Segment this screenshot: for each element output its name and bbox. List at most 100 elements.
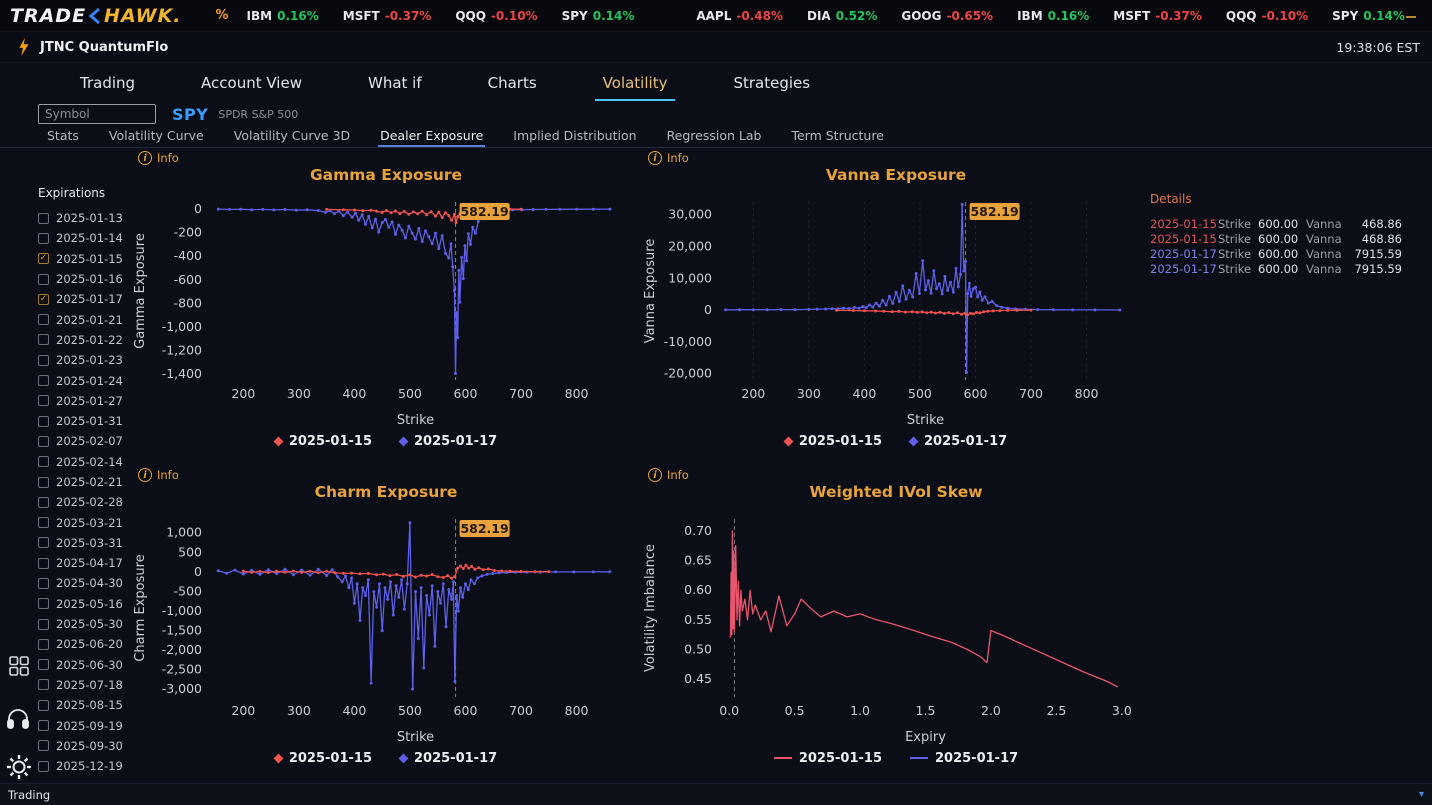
checkbox[interactable] xyxy=(38,618,49,630)
checkbox[interactable] xyxy=(38,415,49,427)
volatility-subnav: Stats Volatility Curve Volatility Curve 3D… xyxy=(0,126,1432,148)
chart-plot[interactable]: 0 -200 -400 -600 -800 -1,000 -1,200 -1,400 200 30… xyxy=(130,190,642,430)
svg-text:200: 200 xyxy=(741,386,765,401)
nav-tab-what-if[interactable]: What if xyxy=(360,66,430,101)
nav-tab-volatility[interactable]: Volatility xyxy=(594,66,676,101)
expiration-row[interactable]: 2025-02-14 xyxy=(38,452,123,472)
expiration-row[interactable]: ✓ 2025-01-15 xyxy=(38,249,123,269)
expiration-row[interactable]: 2025-01-21 xyxy=(38,309,123,329)
expiration-row[interactable]: 2025-02-07 xyxy=(38,431,123,451)
checkbox[interactable] xyxy=(38,557,49,569)
ticker-item[interactable]: IBM 0.16% xyxy=(247,9,319,23)
info-button[interactable]: i Info xyxy=(130,150,642,166)
ticker-item[interactable]: QQQ -0.10% xyxy=(455,9,537,23)
expiration-row[interactable]: 2025-09-30 xyxy=(38,736,123,756)
chart-plot[interactable]: 0.70 0.65 0.60 0.55 0.50 0.45 0.0 0.5 1.0 1.5 2.0 2… xyxy=(640,507,1152,747)
expiration-row[interactable]: 2025-08-15 xyxy=(38,695,123,715)
ticker-item[interactable]: SPY 0.14% xyxy=(562,9,635,23)
checkbox[interactable] xyxy=(38,598,49,610)
checkbox[interactable] xyxy=(38,496,49,508)
nav-tab-account-view[interactable]: Account View xyxy=(193,66,310,101)
expiration-row[interactable]: 2025-12-19 xyxy=(38,756,123,776)
checkbox[interactable] xyxy=(38,638,49,650)
ticker-item[interactable]: GOOG -0.65% xyxy=(901,9,993,23)
expiration-row[interactable]: 2025-05-30 xyxy=(38,614,123,634)
subtab-regression-lab[interactable]: Regression Lab xyxy=(665,126,764,147)
checkbox[interactable] xyxy=(38,517,49,529)
checkbox[interactable]: ✓ xyxy=(38,293,49,305)
subtab-implied-distribution[interactable]: Implied Distribution xyxy=(511,126,638,147)
expiration-row[interactable]: 2025-02-28 xyxy=(38,492,123,512)
expiration-date: 2025-09-19 xyxy=(56,718,123,733)
checkbox[interactable] xyxy=(38,212,49,224)
expiration-row[interactable]: 2025-01-24 xyxy=(38,370,123,390)
expiration-row[interactable]: 2025-01-16 xyxy=(38,269,123,289)
checkbox[interactable]: ✓ xyxy=(38,253,49,265)
headphones-icon[interactable] xyxy=(5,705,31,735)
checkbox[interactable] xyxy=(38,314,49,326)
details-strike-value: 600.00 xyxy=(1258,216,1299,231)
checkbox[interactable] xyxy=(38,760,49,772)
legend-label: 2025-01-15 xyxy=(288,750,372,766)
subtab-volatility-curve-3d[interactable]: Volatility Curve 3D xyxy=(232,126,352,147)
ticker-item[interactable]: AAPL -0.48% xyxy=(696,9,783,23)
gear-icon[interactable] xyxy=(5,753,33,785)
checkbox[interactable] xyxy=(38,354,49,366)
checkbox[interactable] xyxy=(38,435,49,447)
subtab-term-structure[interactable]: Term Structure xyxy=(789,126,885,147)
ticker-item[interactable]: SPY 0.14% xyxy=(1332,9,1405,23)
checkbox[interactable] xyxy=(38,740,49,752)
expiration-row[interactable]: 2025-01-13 xyxy=(38,208,123,228)
checkbox[interactable] xyxy=(38,659,49,671)
expiration-row[interactable]: ✓ 2025-01-17 xyxy=(38,289,123,309)
expiration-row[interactable]: 2025-09-19 xyxy=(38,715,123,735)
chart-plot[interactable]: 30,000 20,000 10,000 0 -10,000 -20,000 200 300 4… xyxy=(640,190,1152,430)
checkbox[interactable] xyxy=(38,334,49,346)
info-button[interactable]: i Info xyxy=(640,150,1152,166)
ticker-item[interactable]: MSFT -0.37% xyxy=(343,9,432,23)
ticker-item[interactable]: IBM 0.16% xyxy=(1017,9,1089,23)
checkbox[interactable] xyxy=(38,577,49,589)
legend-label: 2025-01-15 xyxy=(798,433,882,449)
expiration-row[interactable]: 2025-07-18 xyxy=(38,675,123,695)
expiration-row[interactable]: 2025-04-30 xyxy=(38,573,123,593)
expiration-row[interactable]: 2025-01-31 xyxy=(38,411,123,431)
subtab-stats[interactable]: Stats xyxy=(45,126,81,147)
checkbox[interactable] xyxy=(38,720,49,732)
minimize-icon[interactable] xyxy=(1405,10,1417,22)
chevron-down-icon[interactable]: ▾ xyxy=(1419,789,1424,800)
subtab-dealer-exposure[interactable]: Dealer Exposure xyxy=(378,126,486,147)
expiration-row[interactable]: 2025-03-21 xyxy=(38,512,123,532)
chart-plot[interactable]: 1,000 500 0 -500 -1,000 -1,500 -2,000 -2,500 -3,… xyxy=(130,507,642,747)
nav-tab-trading[interactable]: Trading xyxy=(72,66,143,101)
expiration-row[interactable]: 2025-05-16 xyxy=(38,594,123,614)
symbol-input[interactable] xyxy=(38,104,156,124)
expiration-row[interactable]: 2025-01-22 xyxy=(38,330,123,350)
checkbox[interactable] xyxy=(38,375,49,387)
expiration-row[interactable]: 2025-06-20 xyxy=(38,634,123,654)
checkbox[interactable] xyxy=(38,395,49,407)
nav-tab-strategies[interactable]: Strategies xyxy=(725,66,818,101)
subtab-volatility-curve[interactable]: Volatility Curve xyxy=(107,126,206,147)
expiration-row[interactable]: 2025-04-17 xyxy=(38,553,123,573)
info-button[interactable]: i Info xyxy=(130,467,642,483)
info-button[interactable]: i Info xyxy=(640,467,1152,483)
expiration-row[interactable]: 2025-01-14 xyxy=(38,228,123,248)
ticker-item[interactable]: MSFT -0.37% xyxy=(1113,9,1202,23)
dashboard-grid-icon[interactable] xyxy=(8,655,30,681)
expiration-row[interactable]: 2025-01-23 xyxy=(38,350,123,370)
ticker-item[interactable]: QQQ -0.10% xyxy=(1226,9,1308,23)
expiration-row[interactable]: 2025-06-30 xyxy=(38,655,123,675)
checkbox[interactable] xyxy=(38,232,49,244)
expiration-row[interactable]: 2025-02-21 xyxy=(38,472,123,492)
checkbox[interactable] xyxy=(38,476,49,488)
checkbox[interactable] xyxy=(38,273,49,285)
checkbox[interactable] xyxy=(38,537,49,549)
expiration-row[interactable]: 2025-01-27 xyxy=(38,391,123,411)
expiration-row[interactable]: 2025-03-31 xyxy=(38,533,123,553)
checkbox[interactable] xyxy=(38,456,49,468)
checkbox[interactable] xyxy=(38,679,49,691)
nav-tab-charts[interactable]: Charts xyxy=(480,66,545,101)
ticker-item[interactable]: DIA 0.52% xyxy=(807,9,877,23)
checkbox[interactable] xyxy=(38,699,49,711)
